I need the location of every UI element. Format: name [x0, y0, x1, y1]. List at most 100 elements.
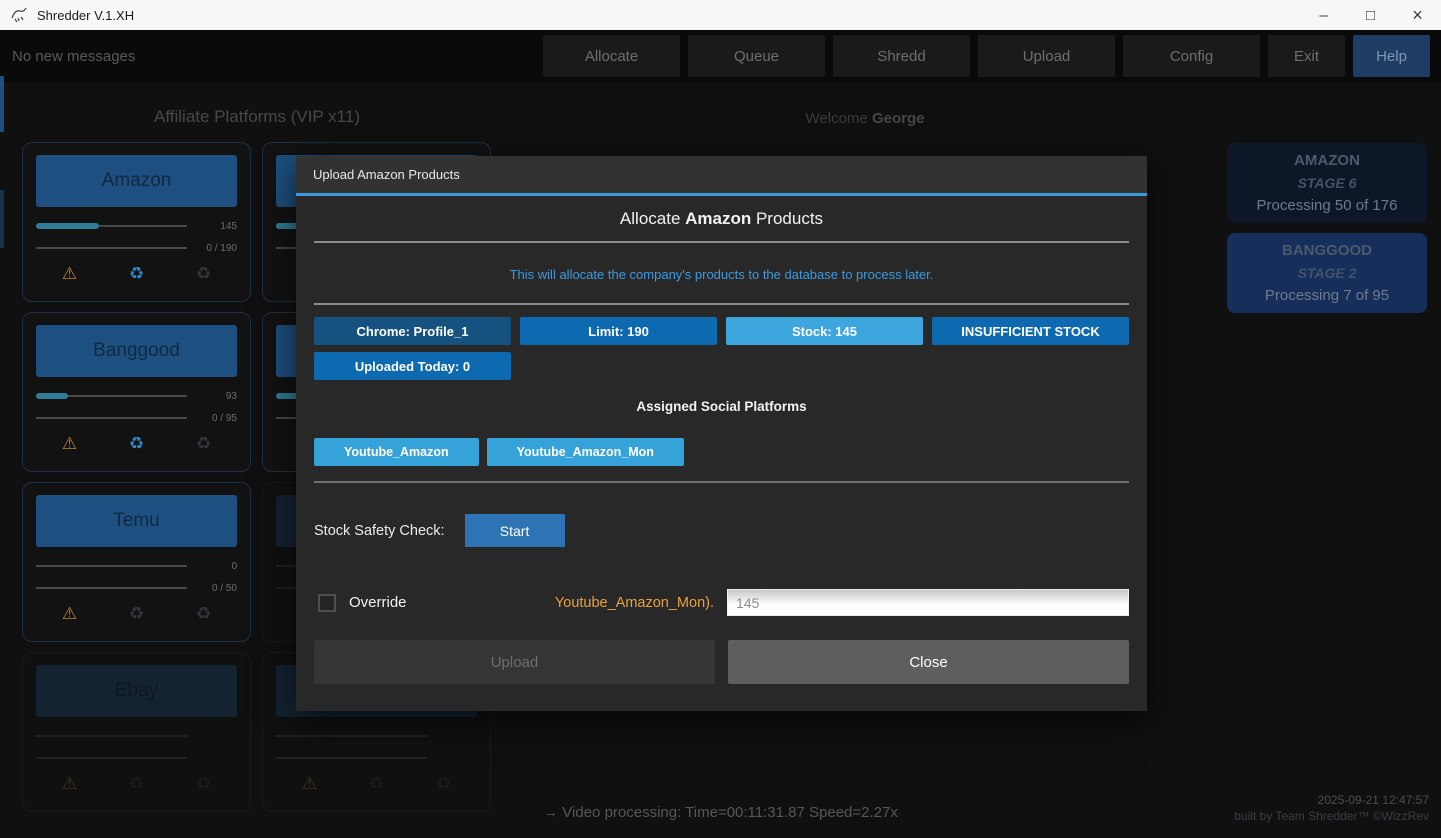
quota-value: 0 / 95 — [187, 415, 237, 422]
insufficient-stock-button[interactable]: INSUFFICIENT STOCK — [932, 317, 1129, 345]
quota-bar — [36, 415, 187, 421]
welcome-username: George — [872, 110, 925, 127]
platform-button[interactable]: Temu — [36, 495, 237, 547]
progress-value: 145 — [187, 223, 237, 230]
youtube-amazon-button[interactable]: Youtube_Amazon — [314, 438, 479, 466]
warning-icon: ⚠ — [302, 774, 317, 794]
progress-fill — [36, 223, 99, 229]
nav-help-button[interactable]: Help — [1353, 35, 1430, 77]
uploaded-today-button[interactable]: Uploaded Today: 0 — [314, 352, 511, 380]
close-button[interactable]: Close — [728, 640, 1129, 684]
stock-button[interactable]: Stock: 145 — [726, 317, 923, 345]
minimize-icon[interactable]: – — [1300, 0, 1347, 30]
nav-allocate-button[interactable]: Allocate — [543, 35, 680, 77]
quota-bar — [276, 755, 427, 761]
platform-card-banggood: Banggood 93 0 / 95 ⚠ ♻ ♻ — [22, 312, 251, 472]
dialog-title: Upload Amazon Products — [313, 167, 460, 182]
status-card-processing: Processing 7 of 95 — [1231, 287, 1423, 304]
dialog-titlebar: Upload Amazon Products — [296, 156, 1147, 196]
platform-button[interactable]: Ebay — [36, 665, 237, 717]
clipped-card-edge — [0, 190, 4, 248]
dialog-heading: Allocate Amazon Products — [314, 209, 1129, 229]
quota-row: 0 / 95 — [36, 415, 237, 421]
override-label: Override — [349, 594, 407, 611]
status-card-processing: Processing 50 of 176 — [1231, 197, 1423, 214]
quota-row: 0 / 190 — [36, 245, 237, 251]
os-titlebar: Shredder V.1.XH – □ × — [0, 0, 1441, 30]
status-card-title: BANGGOOD — [1231, 242, 1423, 259]
dialog-description: This will allocate the company's product… — [314, 267, 1129, 282]
warning-icon: ⚠ — [62, 774, 77, 794]
welcome-text: Welcome George — [650, 110, 1080, 127]
stock-safety-row: Stock Safety Check: Start — [314, 514, 1129, 547]
progress-row: 145 — [36, 223, 237, 229]
status-card-banggood: BANGGOOD STAGE 2 Processing 7 of 95 — [1227, 233, 1427, 313]
window-controls: – □ × — [1300, 0, 1441, 30]
maximize-icon[interactable]: □ — [1347, 0, 1394, 30]
quota-value: 0 / 50 — [187, 585, 237, 592]
nav-config-button[interactable]: Config — [1123, 35, 1260, 77]
progress-row: 0 — [36, 563, 237, 569]
build-info: 2025-09-21 12:47:57 built by Team Shredd… — [1234, 792, 1429, 824]
progress-value: 93 — [187, 393, 237, 400]
info-button-grid: Chrome: Profile_1 Limit: 190 Stock: 145 … — [314, 317, 1129, 380]
recycle-dim-icon: ♻ — [436, 774, 451, 794]
nav-shredd-button[interactable]: Shredd — [833, 35, 970, 77]
override-row: Override Youtube_Amazon_Mon). — [314, 589, 1129, 616]
main-area: Affiliate Platforms (VIP x11) Welcome Ge… — [0, 82, 1441, 838]
progress-bar — [276, 733, 427, 739]
recycle-icon[interactable]: ♻ — [129, 264, 144, 284]
progress-value: 0 — [187, 563, 237, 570]
upload-button-disabled[interactable]: Upload — [314, 640, 715, 684]
timestamp: 2025-09-21 12:47:57 — [1234, 792, 1429, 808]
quota-row — [36, 755, 237, 761]
recycle-dim-icon: ♻ — [129, 774, 144, 794]
progress-bar — [36, 563, 187, 569]
nav-exit-button[interactable]: Exit — [1268, 35, 1345, 77]
platform-card-temu: Temu 0 0 / 50 ⚠ ♻ ♻ — [22, 482, 251, 642]
progress-fill — [36, 393, 68, 399]
stock-safety-label: Stock Safety Check: — [314, 523, 445, 539]
recycle-icon[interactable]: ♻ — [129, 434, 144, 454]
youtube-amazon-mon-button[interactable]: Youtube_Amazon_Mon — [487, 438, 684, 466]
override-target-text: Youtube_Amazon_Mon). — [555, 595, 714, 611]
upload-products-dialog: Upload Amazon Products Allocate Amazon P… — [296, 156, 1147, 711]
nav-buttons: Allocate Queue Shredd Upload Config Exit… — [543, 35, 1430, 77]
chrome-profile-button[interactable]: Chrome: Profile_1 — [314, 317, 511, 345]
platform-button[interactable]: Amazon — [36, 155, 237, 207]
platform-button[interactable]: Banggood — [36, 325, 237, 377]
progress-row — [36, 733, 237, 739]
heading-platform: Amazon — [685, 209, 751, 228]
status-card-stage: STAGE 2 — [1231, 265, 1423, 281]
video-processing-status: → Video processing: Time=00:11:31.87 Spe… — [0, 804, 1441, 821]
quota-bar — [36, 585, 187, 591]
affiliate-platforms-heading: Affiliate Platforms (VIP x11) — [22, 107, 492, 127]
platform-card-ebay-disabled: Ebay ⚠ ♻ ♻ — [22, 652, 251, 812]
welcome-prefix: Welcome — [806, 110, 872, 127]
quota-value: 0 / 190 — [187, 245, 237, 252]
start-button[interactable]: Start — [465, 514, 565, 547]
platform-column-1: Amazon 145 0 / 190 ⚠ ♻ ♻ Banggood 93 — [22, 142, 251, 812]
limit-button[interactable]: Limit: 190 — [520, 317, 717, 345]
warning-icon[interactable]: ⚠ — [62, 604, 77, 624]
progress-row: 93 — [36, 393, 237, 399]
credit-text: built by Team Shredder™ ©WizzRev — [1234, 808, 1429, 824]
social-buttons-row: Youtube_Amazon Youtube_Amazon_Mon — [314, 438, 1129, 466]
quota-bar — [36, 755, 187, 761]
divider — [314, 481, 1129, 483]
progress-bar — [36, 223, 187, 229]
nav-queue-button[interactable]: Queue — [688, 35, 825, 77]
nav-upload-button[interactable]: Upload — [978, 35, 1115, 77]
stock-override-input[interactable] — [727, 589, 1129, 616]
recycle-dim-icon: ♻ — [196, 604, 211, 624]
recycle-dim-icon: ♻ — [196, 434, 211, 454]
progress-bar — [36, 733, 187, 739]
close-icon[interactable]: × — [1394, 0, 1441, 30]
dialog-body: Allocate Amazon Products This will alloc… — [296, 209, 1147, 684]
override-checkbox[interactable] — [318, 594, 336, 612]
warning-icon[interactable]: ⚠ — [62, 434, 77, 454]
platform-card-amazon: Amazon 145 0 / 190 ⚠ ♻ ♻ — [22, 142, 251, 302]
progress-bar — [36, 393, 187, 399]
divider — [314, 303, 1129, 305]
warning-icon[interactable]: ⚠ — [62, 264, 77, 284]
